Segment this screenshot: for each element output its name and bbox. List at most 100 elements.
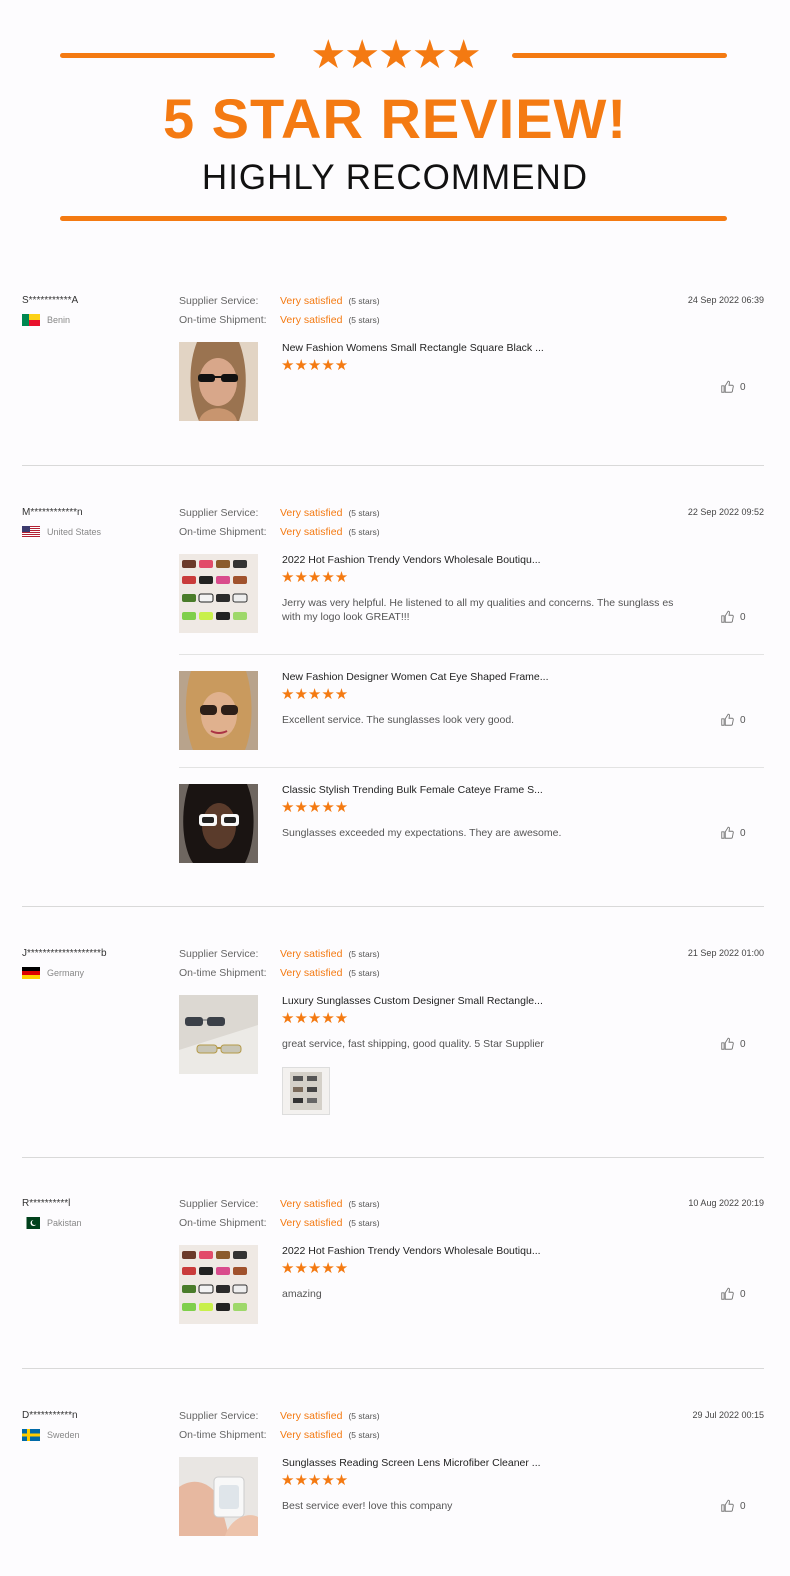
buyer-name: D***********n	[22, 1410, 78, 1421]
product-thumbnail[interactable]	[179, 671, 258, 750]
review-comment: Jerry was very helpful. He listened to a…	[282, 597, 674, 623]
supplier-service-rating: Supplier Service: Very satisfied (5 stars)	[179, 948, 380, 960]
thumbs-up-icon	[721, 826, 734, 839]
banner-headline: 5 STAR REVIEW!	[162, 87, 628, 150]
product-rating-stars-icon: ★★★★★	[281, 799, 349, 816]
review-date: 21 Sep 2022 01:00	[687, 948, 764, 958]
product-thumbnail[interactable]	[179, 342, 258, 421]
product-title-link[interactable]: Luxury Sunglasses Custom Designer Small …	[282, 995, 543, 1007]
supplier-service-label: Supplier Service:	[179, 1198, 259, 1210]
buyer-country: Pakistan	[22, 1217, 82, 1229]
shipment-label: On-time Shipment:	[179, 1429, 267, 1441]
woman-white-sunglasses-photo-icon	[179, 784, 258, 863]
banner-rule-bottom	[60, 216, 727, 221]
like-count: 0	[740, 827, 746, 839]
review-photo-attachment[interactable]	[282, 1067, 330, 1115]
banner-rule-right	[512, 53, 727, 58]
supplier-service-stars: (5 stars)	[348, 508, 380, 518]
thumbs-up-icon	[721, 1037, 734, 1050]
like-button[interactable]: 0	[720, 826, 746, 840]
supplier-service-label: Supplier Service:	[179, 507, 259, 519]
benin-flag-icon	[22, 314, 40, 326]
product-title-link[interactable]: Sunglasses Reading Screen Lens Microfibe…	[282, 1457, 541, 1469]
supplier-service-value: Very satisfied	[280, 948, 343, 960]
review-comment: amazing	[282, 1288, 322, 1300]
supplier-service-value: Very satisfied	[280, 507, 343, 519]
review-divider	[22, 465, 764, 466]
sunglasses-assortment-photo-icon	[179, 554, 258, 633]
product-title-link[interactable]: Classic Stylish Trending Bulk Female Cat…	[282, 784, 543, 796]
shipment-stars: (5 stars)	[348, 315, 380, 325]
product-title-link[interactable]: New Fashion Designer Women Cat Eye Shape…	[282, 671, 549, 683]
like-button[interactable]: 0	[720, 610, 746, 624]
shipment-rating: On-time Shipment: Very satisfied (5 stars)	[179, 1217, 380, 1229]
buyer-name: J*******************b	[22, 948, 107, 959]
like-count: 0	[740, 1500, 746, 1512]
supplier-service-rating: Supplier Service: Very satisfied (5 stars)	[179, 1410, 380, 1422]
banner-subline: HIGHLY RECOMMEND	[201, 158, 589, 197]
thumbs-up-icon	[721, 610, 734, 623]
buyer-name: S***********A	[22, 295, 79, 306]
supplier-service-value: Very satisfied	[280, 1410, 343, 1422]
review-date: 24 Sep 2022 06:39	[687, 295, 764, 305]
product-rating-stars-icon: ★★★★★	[281, 1010, 349, 1027]
country-name: United States	[47, 527, 102, 537]
product-thumbnail[interactable]	[179, 1245, 258, 1324]
supplier-service-rating: Supplier Service: Very satisfied (5 stars)	[179, 295, 380, 307]
sweden-flag-icon	[22, 1429, 40, 1441]
shipment-label: On-time Shipment:	[179, 314, 267, 326]
buyer-country: Germany	[22, 967, 84, 979]
buyer-country: Sweden	[22, 1429, 80, 1441]
product-thumbnail[interactable]	[179, 554, 258, 633]
product-title-link[interactable]: New Fashion Womens Small Rectangle Squar…	[282, 342, 544, 354]
shipment-stars: (5 stars)	[348, 968, 380, 978]
shipment-label: On-time Shipment:	[179, 526, 267, 538]
like-button[interactable]: 0	[720, 1037, 746, 1051]
supplier-service-stars: (5 stars)	[348, 949, 380, 959]
like-button[interactable]: 0	[720, 713, 746, 727]
supplier-service-stars: (5 stars)	[348, 296, 380, 306]
microfiber-cleaner-photo-icon	[179, 1457, 258, 1536]
supplier-service-rating: Supplier Service: Very satisfied (5 stars)	[179, 1198, 380, 1210]
product-thumbnail[interactable]	[179, 784, 258, 863]
pakistan-flag-icon	[22, 1217, 40, 1229]
shipment-label: On-time Shipment:	[179, 1217, 267, 1229]
shipment-value: Very satisfied	[280, 314, 343, 326]
buyer-name: M************n	[22, 507, 83, 518]
shipment-stars: (5 stars)	[348, 527, 380, 537]
usa-flag-icon	[22, 526, 40, 538]
like-button[interactable]: 0	[720, 1287, 746, 1301]
review-divider	[22, 1368, 764, 1369]
rectangle-sunglasses-photo-icon	[179, 995, 258, 1074]
review-banner: ★★★★★ 5 STAR REVIEW! HIGHLY RECOMMEND	[0, 0, 790, 240]
banner-stars-icon: ★★★★★	[310, 33, 481, 77]
product-thumbnail[interactable]	[179, 1457, 258, 1536]
like-button[interactable]: 0	[720, 380, 746, 394]
product-title-link[interactable]: 2022 Hot Fashion Trendy Vendors Wholesal…	[282, 1245, 541, 1257]
country-name: Benin	[47, 315, 71, 325]
buyer-country: United States	[22, 526, 101, 538]
like-count: 0	[740, 381, 746, 393]
like-button[interactable]: 0	[720, 1499, 746, 1513]
like-count: 0	[740, 611, 746, 623]
supplier-service-label: Supplier Service:	[179, 1410, 259, 1422]
review-comment: great service, fast shipping, good quali…	[282, 1038, 544, 1050]
supplier-service-label: Supplier Service:	[179, 948, 259, 960]
item-divider	[179, 654, 764, 655]
product-title-link[interactable]: 2022 Hot Fashion Trendy Vendors Wholesal…	[282, 554, 541, 566]
buyer-country: Benin	[22, 314, 70, 326]
attachment-photo-icon	[283, 1068, 329, 1114]
product-rating-stars-icon: ★★★★★	[281, 1472, 349, 1489]
product-rating-stars-icon: ★★★★★	[281, 569, 349, 586]
supplier-service-rating: Supplier Service: Very satisfied (5 stars)	[179, 507, 380, 519]
shipment-stars: (5 stars)	[348, 1218, 380, 1228]
shipment-value: Very satisfied	[280, 967, 343, 979]
banner-rule-left	[60, 53, 275, 58]
review-divider	[22, 1157, 764, 1158]
product-thumbnail[interactable]	[179, 995, 258, 1074]
review-comment: Excellent service. The sunglasses look v…	[282, 714, 515, 726]
supplier-service-stars: (5 stars)	[348, 1199, 380, 1209]
country-name: Germany	[47, 968, 85, 978]
review-date: 22 Sep 2022 09:52	[687, 507, 764, 517]
product-rating-stars-icon: ★★★★★	[281, 1260, 349, 1277]
